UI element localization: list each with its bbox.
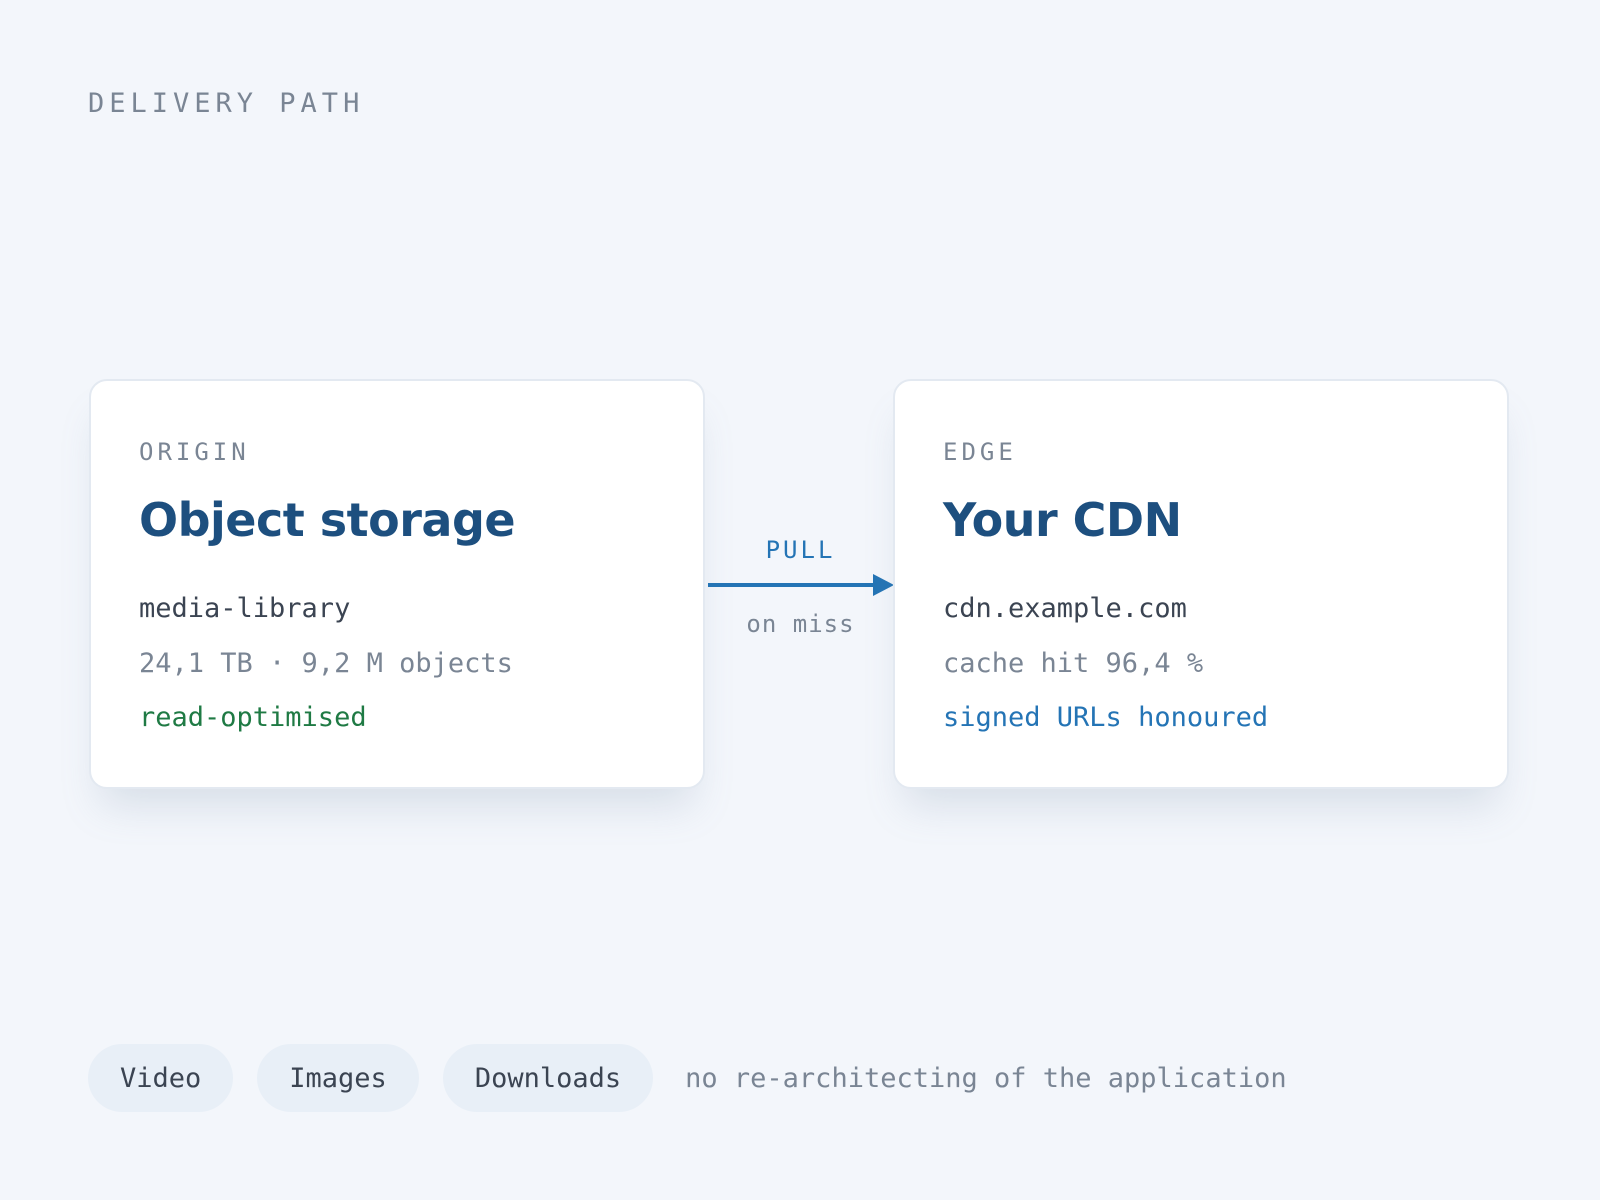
section-label: DELIVERY PATH [88, 88, 365, 119]
edge-domain: cdn.example.com [943, 593, 1187, 624]
chip-downloads: Downloads [442, 1044, 654, 1112]
pull-connector: PULL on miss [707, 520, 894, 650]
chip-images: Images [257, 1044, 419, 1112]
edge-kicker: EDGE [943, 438, 1017, 466]
arrow-line [708, 583, 875, 587]
footnote: no re-architecting of the application [685, 1062, 1287, 1094]
chip-video: Video [88, 1044, 234, 1112]
edge-card: EDGE Your CDN cdn.example.com cache hit … [893, 379, 1509, 789]
origin-kicker: ORIGIN [139, 438, 250, 466]
content-type-row: Video Images Downloads no re-architectin… [88, 1044, 1287, 1112]
origin-note: read-optimised [139, 702, 367, 733]
edge-title: Your CDN [943, 493, 1182, 547]
edge-stats: cache hit 96,4 % [943, 648, 1204, 679]
edge-note: signed URLs honoured [943, 702, 1269, 733]
origin-title: Object storage [139, 493, 516, 547]
origin-stats: 24,1 TB · 9,2 M objects [139, 648, 513, 679]
arrow-right-icon [873, 574, 894, 596]
origin-card: ORIGIN Object storage media-library 24,1… [89, 379, 705, 789]
pull-label: PULL [765, 536, 836, 564]
origin-bucket-name: media-library [139, 593, 351, 624]
on-miss-label: on miss [746, 610, 855, 638]
